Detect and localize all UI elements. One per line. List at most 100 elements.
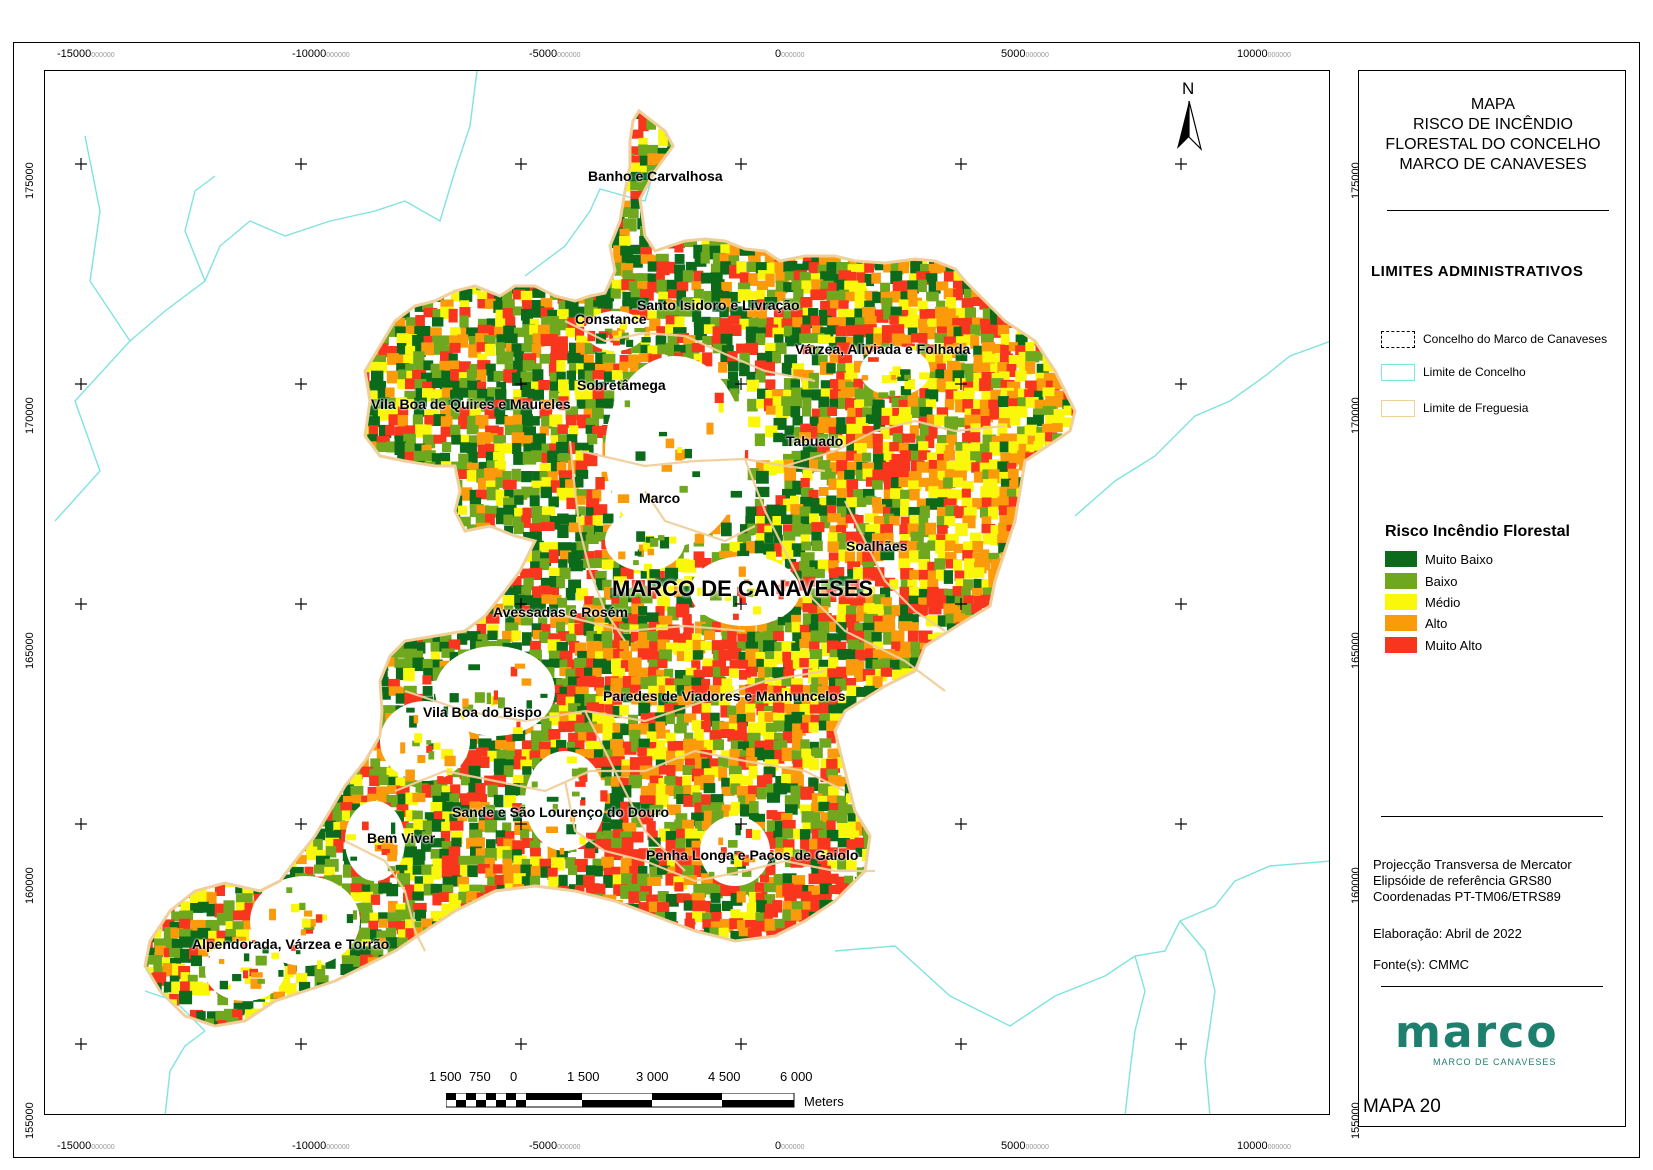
risk-patch xyxy=(521,225,535,238)
risk-patch xyxy=(529,495,540,507)
risk-patch xyxy=(1024,578,1039,589)
risk-patch xyxy=(676,111,689,115)
risk-patch xyxy=(1063,182,1075,194)
risk-patch xyxy=(262,381,273,393)
risk-patch xyxy=(172,209,185,222)
map-frame[interactable]: N Banho e Carvalhosa Santo Isidoro e Liv… xyxy=(44,70,1330,1115)
risk-patch xyxy=(162,271,173,285)
risk-patch xyxy=(901,147,914,159)
risk-patch xyxy=(153,361,163,376)
risk-patch xyxy=(421,479,435,489)
risk-patch xyxy=(999,570,1013,583)
risk-patch xyxy=(694,117,707,127)
risk-patch xyxy=(430,244,444,255)
risk-patch xyxy=(685,209,699,221)
risk-patch xyxy=(574,147,588,159)
risk-patch xyxy=(379,468,392,483)
risk-patch xyxy=(315,227,327,240)
risk-patch xyxy=(1018,111,1032,113)
risk-patch xyxy=(926,291,939,302)
risk-patch xyxy=(306,452,320,464)
risk-patch xyxy=(511,468,521,482)
risk-patch xyxy=(161,525,171,537)
risk-patch xyxy=(324,371,334,382)
risk-patch xyxy=(1044,335,1055,348)
risk-patch xyxy=(351,128,363,140)
risk-patch xyxy=(747,111,758,124)
risk-patch xyxy=(701,182,714,195)
risk-patch xyxy=(170,174,181,188)
risk-patch xyxy=(727,315,741,325)
risk-patch xyxy=(169,273,180,285)
risk-patch xyxy=(586,434,598,445)
risk-patch xyxy=(558,379,569,392)
risk-patch xyxy=(827,174,837,184)
risk-patch xyxy=(1073,453,1075,466)
risk-patch xyxy=(747,398,758,412)
risk-patch xyxy=(217,137,230,151)
risk-patch xyxy=(521,209,535,221)
risk-patch xyxy=(377,603,389,614)
risk-patch xyxy=(151,605,165,615)
risk-patch xyxy=(197,631,207,645)
risk-patch xyxy=(846,192,860,203)
risk-patch xyxy=(980,199,994,213)
risk-patch xyxy=(369,261,380,272)
risk-patch xyxy=(430,252,444,265)
risk-patch xyxy=(145,327,146,337)
risk-patch xyxy=(953,254,963,268)
risk-patch xyxy=(405,378,417,390)
risk-patch xyxy=(200,397,210,410)
risk-patch xyxy=(287,270,299,282)
risk-patch xyxy=(252,234,262,245)
risk-patch xyxy=(890,156,902,168)
risk-patch xyxy=(331,318,343,330)
risk-patch xyxy=(352,146,364,157)
risk-patch xyxy=(205,578,215,592)
risk-patch xyxy=(145,273,155,284)
risk-patch xyxy=(261,505,271,519)
risk-patch xyxy=(1061,135,1075,145)
risk-patch xyxy=(487,236,498,248)
risk-patch xyxy=(169,354,179,368)
risk-patch xyxy=(171,324,185,336)
risk-patch xyxy=(387,532,399,547)
risk-patch xyxy=(1009,279,1024,293)
risk-patch xyxy=(259,155,270,165)
risk-patch xyxy=(259,164,273,176)
risk-patch xyxy=(151,497,163,508)
risk-patch xyxy=(1015,534,1025,544)
risk-patch xyxy=(511,630,521,641)
risk-patch xyxy=(200,423,212,435)
risk-patch xyxy=(306,354,318,369)
risk-patch xyxy=(901,183,913,196)
risk-patch xyxy=(269,120,282,132)
risk-patch xyxy=(396,227,407,240)
risk-patch xyxy=(709,156,719,167)
risk-patch xyxy=(288,111,301,115)
risk-patch xyxy=(1025,361,1036,374)
risk-patch xyxy=(272,128,285,138)
risk-patch xyxy=(190,352,201,363)
risk-patch xyxy=(403,580,415,592)
risk-patch xyxy=(1018,127,1031,138)
risk-patch xyxy=(1007,182,1022,195)
risk-patch xyxy=(592,111,604,115)
risk-patch xyxy=(323,228,337,241)
risk-patch xyxy=(781,236,795,248)
risk-patch xyxy=(450,531,461,543)
risk-patch xyxy=(475,568,489,578)
risk-patch xyxy=(988,129,1001,139)
risk-patch xyxy=(288,281,302,296)
risk-patch xyxy=(297,138,310,152)
risk-patch xyxy=(351,307,362,319)
risk-patch xyxy=(270,325,282,337)
risk-patch xyxy=(331,234,344,245)
risk-patch xyxy=(430,282,444,293)
risk-patch xyxy=(685,154,696,165)
risk-patch xyxy=(514,351,524,362)
risk-patch xyxy=(664,219,678,232)
risk-patch xyxy=(153,190,164,204)
risk-patch xyxy=(745,506,758,517)
risk-patch xyxy=(1008,577,1019,591)
